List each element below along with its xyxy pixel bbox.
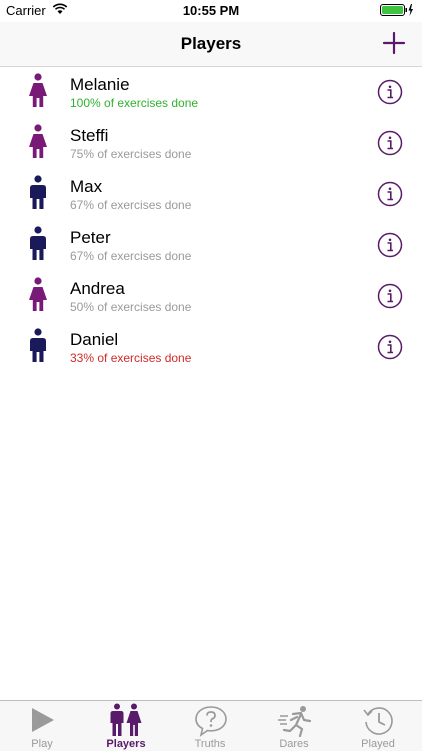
status-time: 10:55 PM xyxy=(182,3,240,18)
tab-label: Truths xyxy=(194,738,226,750)
running-man-icon xyxy=(278,706,312,737)
player-name: Daniel xyxy=(70,330,119,349)
question-bubble-icon xyxy=(195,706,227,737)
info-button[interactable] xyxy=(377,283,403,309)
tab-label: Play xyxy=(31,738,53,750)
player-progress: 50% of exercises done xyxy=(70,300,192,314)
navigation-bar: Players xyxy=(0,22,422,67)
info-icon xyxy=(377,130,403,156)
info-icon xyxy=(377,283,403,309)
battery-icon xyxy=(380,4,414,19)
player-progress: 100% of exercises done xyxy=(70,96,199,110)
tab-bar: Play Players Truths Dares Played xyxy=(0,700,422,751)
tab-players[interactable]: Players xyxy=(84,701,168,751)
plus-icon xyxy=(382,31,406,55)
player-progress: 75% of exercises done xyxy=(70,147,192,161)
info-icon xyxy=(377,232,403,258)
female-player-icon xyxy=(27,124,49,160)
play-icon xyxy=(32,708,54,732)
list-item[interactable]: Andrea 50% of exercises done xyxy=(0,271,422,322)
male-player-icon xyxy=(27,328,49,364)
players-icon xyxy=(110,703,142,736)
info-button[interactable] xyxy=(377,79,403,105)
info-button[interactable] xyxy=(377,334,403,360)
player-name: Max xyxy=(70,177,103,196)
tab-label: Dares xyxy=(279,738,309,750)
player-name: Steffi xyxy=(70,126,109,145)
page-title: Players xyxy=(180,34,242,53)
tab-label: Played xyxy=(361,738,395,750)
list-item[interactable]: Daniel 33% of exercises done xyxy=(0,322,422,373)
player-progress: 33% of exercises done xyxy=(70,351,192,365)
tab-label: Players xyxy=(106,738,146,750)
male-player-icon xyxy=(27,175,49,211)
player-progress: 67% of exercises done xyxy=(70,198,192,212)
info-button[interactable] xyxy=(377,181,403,207)
list-item[interactable]: Steffi 75% of exercises done xyxy=(0,118,422,169)
player-name: Peter xyxy=(70,228,111,247)
female-player-icon xyxy=(27,73,49,109)
player-name: Andrea xyxy=(70,279,125,298)
info-icon xyxy=(377,334,403,360)
list-item[interactable]: Max 67% of exercises done xyxy=(0,169,422,220)
list-item[interactable]: Melanie 100% of exercises done xyxy=(0,67,422,118)
status-bar: Carrier 10:55 PM xyxy=(0,0,422,22)
player-name: Melanie xyxy=(70,75,130,94)
tab-dares[interactable]: Dares xyxy=(252,701,336,751)
add-player-button[interactable] xyxy=(380,29,408,57)
list-item[interactable]: Peter 67% of exercises done xyxy=(0,220,422,271)
players-list: Melanie 100% of exercises done Steffi 75… xyxy=(0,67,422,373)
female-player-icon xyxy=(27,277,49,313)
tab-play[interactable]: Play xyxy=(0,701,84,751)
info-icon xyxy=(377,79,403,105)
info-button[interactable] xyxy=(377,130,403,156)
info-icon xyxy=(377,181,403,207)
male-player-icon xyxy=(27,226,49,262)
history-clock-icon xyxy=(363,707,393,735)
info-button[interactable] xyxy=(377,232,403,258)
tab-played[interactable]: Played xyxy=(336,701,420,751)
tab-truths[interactable]: Truths xyxy=(168,701,252,751)
player-progress: 67% of exercises done xyxy=(70,249,192,263)
